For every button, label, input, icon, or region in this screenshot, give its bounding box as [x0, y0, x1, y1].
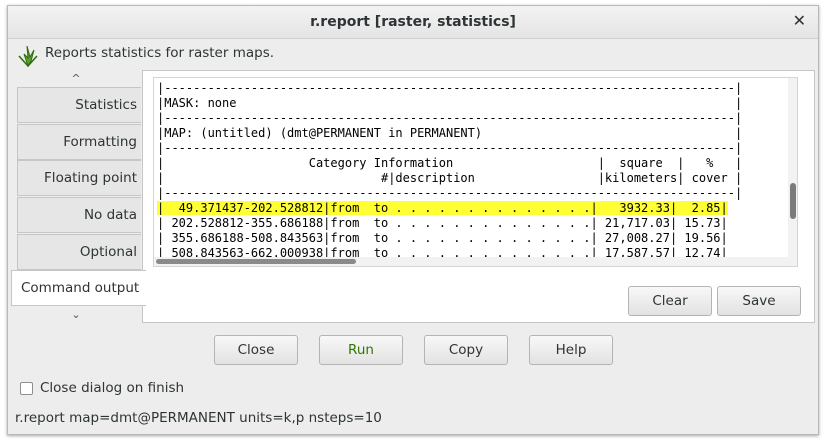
output-line: | Category Information | square | % |	[157, 156, 743, 170]
dialog-window: r.report [raster, statistics] ✕ Reports …	[7, 5, 819, 435]
close-icon[interactable]: ✕	[793, 11, 806, 30]
command-status-bar: r.report map=dmt@PERMANENT units=k,p nst…	[15, 410, 382, 426]
vertical-scrollbar[interactable]	[788, 78, 797, 266]
highlighted-output-row: | 49.371437-202.528812|from to . . . . .…	[157, 201, 728, 215]
horizontal-scrollbar-thumb[interactable]	[156, 259, 356, 264]
tab-optional[interactable]: Optional	[17, 234, 141, 270]
save-button[interactable]: Save	[717, 286, 801, 316]
output-line: |MAP: (untitled) (dmt@PERMANENT in PERMA…	[157, 126, 743, 140]
title-bar: r.report [raster, statistics] ✕	[8, 6, 818, 39]
tab-formatting[interactable]: Formatting	[17, 124, 141, 160]
output-line: |MASK: none |	[157, 96, 743, 110]
chevron-down-icon[interactable]: ⌄	[66, 308, 86, 321]
command-output-panel: |---------------------------------------…	[142, 70, 815, 323]
tab-floating-point[interactable]: Floating point	[17, 160, 141, 196]
output-line: | #|description |kilometers| cover |	[157, 171, 743, 185]
description-text: Reports statistics for raster maps.	[45, 45, 275, 61]
close-on-finish-checkbox[interactable]	[20, 382, 33, 395]
tab-no-data[interactable]: No data	[17, 197, 141, 233]
close-on-finish-label[interactable]: Close dialog on finish	[40, 380, 184, 396]
tab-command-output[interactable]: Command output	[11, 270, 146, 306]
output-row: | 355.686188-508.843563|from to . . . . …	[157, 231, 728, 245]
output-line: |---------------------------------------…	[157, 141, 743, 155]
horizontal-scrollbar[interactable]	[154, 257, 797, 266]
output-line: |---------------------------------------…	[157, 81, 743, 95]
tab-statistics[interactable]: Statistics	[17, 87, 141, 123]
close-button[interactable]: Close	[214, 335, 298, 365]
clear-button[interactable]: Clear	[628, 286, 712, 316]
output-console[interactable]: |---------------------------------------…	[153, 77, 798, 267]
grass-logo-icon	[18, 45, 38, 68]
output-line: |---------------------------------------…	[157, 186, 743, 200]
output-row: | 202.528812-355.686188|from to . . . . …	[157, 216, 728, 230]
output-line: |---------------------------------------…	[157, 111, 743, 125]
run-button[interactable]: Run	[319, 335, 403, 365]
chevron-up-icon[interactable]: ^	[66, 72, 86, 85]
help-button[interactable]: Help	[529, 335, 613, 365]
copy-button[interactable]: Copy	[424, 335, 508, 365]
window-title: r.report [raster, statistics]	[310, 14, 516, 30]
vertical-scrollbar-thumb[interactable]	[790, 183, 796, 219]
